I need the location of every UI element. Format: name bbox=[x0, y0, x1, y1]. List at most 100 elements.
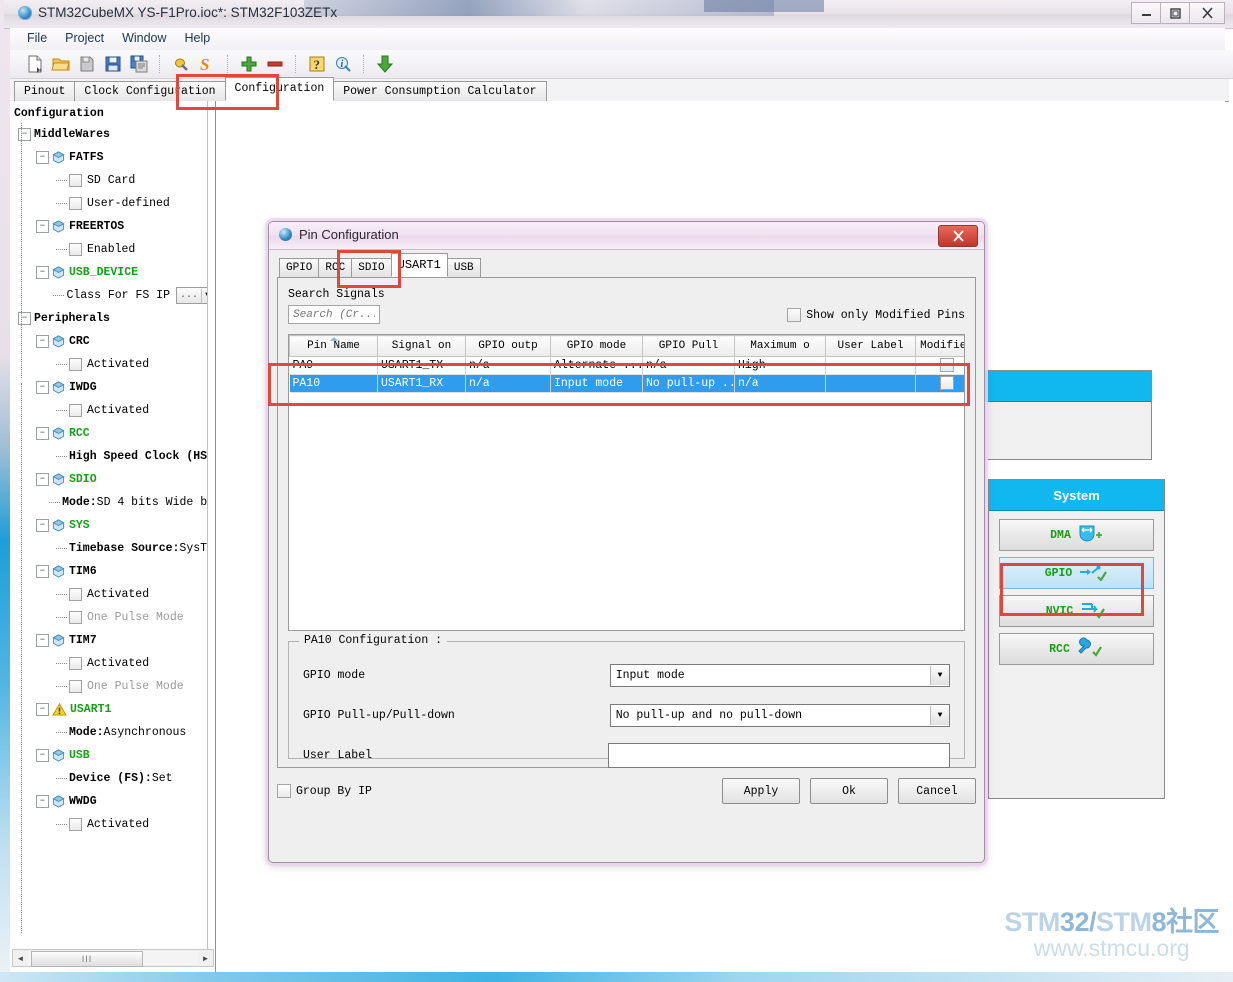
tab-power-consumption-calculator[interactable]: Power Consumption Calculator bbox=[333, 81, 547, 101]
tree-checkbox[interactable] bbox=[69, 404, 82, 417]
scrollbar-thumb[interactable]: III bbox=[31, 951, 143, 967]
about-icon[interactable]: i bbox=[333, 54, 353, 74]
download-icon[interactable] bbox=[375, 54, 395, 74]
dialog-tab-sdio[interactable]: SDIO bbox=[351, 258, 392, 277]
tree-checkbox[interactable] bbox=[69, 243, 82, 256]
group-by-ip-row[interactable]: Group By IP bbox=[277, 784, 372, 798]
tab-pinout[interactable]: Pinout bbox=[14, 81, 76, 101]
tab-configuration[interactable]: Configuration bbox=[224, 77, 335, 101]
menu-item-project[interactable]: Project bbox=[56, 28, 113, 48]
pin-table-col-pin-name[interactable]: Pin Name bbox=[289, 335, 378, 357]
pin-table-row[interactable]: PA10 USART1_RX n/a Input mode No pull-up ...… bbox=[289, 374, 964, 393]
tree-expander[interactable]: − bbox=[18, 312, 31, 325]
tree-node-activated[interactable]: Activated bbox=[14, 813, 214, 836]
tree-expander[interactable]: − bbox=[36, 519, 49, 532]
group-by-ip-checkbox[interactable] bbox=[277, 784, 291, 798]
zoom-in-icon[interactable] bbox=[239, 54, 259, 74]
tree-node-mode-sd-4-bits-wide-bu[interactable]: Mode: SD 4 bits Wide bu bbox=[14, 491, 214, 514]
generate-report-icon[interactable]: S bbox=[197, 54, 217, 74]
sidebar-horizontal-scrollbar[interactable]: ◄ III ► bbox=[12, 949, 214, 967]
ip-button-rcc[interactable]: RCC bbox=[999, 633, 1154, 665]
tree-node-device-fs-set[interactable]: Device (FS): Set bbox=[14, 767, 214, 790]
pin-table-col-maximum-o[interactable]: Maximum o bbox=[734, 335, 826, 357]
modified-checkbox[interactable] bbox=[939, 376, 954, 391]
gpio-mode-select[interactable]: Input mode ▼ bbox=[609, 663, 950, 687]
tree-expander[interactable]: − bbox=[36, 335, 49, 348]
save-as-icon[interactable] bbox=[103, 54, 123, 74]
tree-checkbox[interactable] bbox=[69, 818, 82, 831]
tree-checkbox[interactable] bbox=[69, 611, 82, 624]
tree-checkbox[interactable] bbox=[69, 680, 82, 693]
pin-cell-modified[interactable] bbox=[915, 374, 964, 393]
tree-node-usb[interactable]: − USB bbox=[14, 744, 214, 767]
tree-expander[interactable]: − bbox=[36, 565, 49, 578]
close-button[interactable] bbox=[1189, 2, 1225, 24]
tree-expander[interactable]: − bbox=[36, 427, 49, 440]
tree-node-sdio[interactable]: − SDIO bbox=[14, 468, 214, 491]
tree-node-wwdg[interactable]: − WWDG bbox=[14, 790, 214, 813]
open-project-icon[interactable] bbox=[51, 54, 71, 74]
chevron-down-icon[interactable]: ▼ bbox=[930, 665, 949, 685]
tree-node-sys[interactable]: − SYS bbox=[14, 514, 214, 537]
tree-node-fatfs[interactable]: − FATFS bbox=[14, 146, 214, 169]
tree-node-peripherals[interactable]: − Peripherals bbox=[14, 307, 214, 330]
save-all-icon[interactable] bbox=[129, 54, 149, 74]
tree-expander[interactable]: − bbox=[36, 220, 49, 233]
pin-table-col-gpio-outp[interactable]: GPIO outp bbox=[465, 335, 551, 357]
tree-node-timebase-source-systi[interactable]: Timebase Source: SysTi bbox=[14, 537, 214, 560]
new-project-icon[interactable] bbox=[25, 54, 45, 74]
tree-node-usb-device[interactable]: − USB_DEVICE bbox=[14, 261, 214, 284]
user-label-input[interactable] bbox=[607, 742, 950, 768]
tree-node-enabled[interactable]: Enabled bbox=[14, 238, 214, 261]
tree-node-activated[interactable]: Activated bbox=[14, 583, 214, 606]
pin-table-col-modified[interactable]: Modified bbox=[915, 335, 964, 357]
cancel-button[interactable]: Cancel bbox=[898, 778, 976, 804]
generate-code-icon[interactable] bbox=[171, 54, 191, 74]
tab-clock-configuration[interactable]: Clock Configuration bbox=[74, 81, 226, 101]
pin-table-col-gpio-pull[interactable]: GPIO Pull bbox=[642, 335, 735, 357]
dialog-tab-usb[interactable]: USB bbox=[446, 258, 481, 277]
ok-button[interactable]: Ok bbox=[810, 778, 888, 804]
configuration-tree[interactable]: Configuration − MiddleWares − FATFS SD Card Us… bbox=[10, 101, 214, 949]
pin-table-container[interactable]: Pin Name Signal on GPIO outp GPIO mode GPIO … bbox=[288, 334, 965, 631]
tree-expander[interactable]: − bbox=[36, 381, 49, 394]
pin-table-col-gpio-mode[interactable]: GPIO mode bbox=[550, 335, 643, 357]
tree-expander[interactable]: − bbox=[36, 266, 49, 279]
pin-table-col-user-label[interactable]: User Label bbox=[825, 335, 916, 357]
scroll-left-arrow[interactable]: ◄ bbox=[13, 951, 28, 965]
gpio-pull-select[interactable]: No pull-up and no pull-down ▼ bbox=[609, 703, 950, 727]
maximize-button[interactable] bbox=[1160, 2, 1190, 24]
tree-node-iwdg[interactable]: − IWDG bbox=[14, 376, 214, 399]
minimize-button[interactable] bbox=[1131, 2, 1161, 24]
modified-checkbox[interactable] bbox=[939, 358, 954, 373]
dialog-tab-rcc[interactable]: RCC bbox=[318, 258, 353, 277]
menu-item-file[interactable]: File bbox=[18, 28, 56, 48]
scrollbar-track[interactable]: III bbox=[28, 951, 198, 967]
tree-node-tim7[interactable]: − TIM7 bbox=[14, 629, 214, 652]
tree-node-one-pulse-mode[interactable]: One Pulse Mode bbox=[14, 606, 214, 629]
tree-node-mode-asynchronous[interactable]: Mode: Asynchronous bbox=[14, 721, 214, 744]
tree-checkbox[interactable] bbox=[69, 657, 82, 670]
tree-node-tim6[interactable]: − TIM6 bbox=[14, 560, 214, 583]
ip-button-dma[interactable]: DMA bbox=[999, 519, 1154, 551]
apply-button[interactable]: Apply bbox=[722, 778, 800, 804]
help-icon[interactable]: ? bbox=[307, 54, 327, 74]
tree-expander[interactable]: − bbox=[36, 634, 49, 647]
dialog-tab-usart1[interactable]: USART1 bbox=[390, 253, 448, 277]
tree-expander[interactable]: − bbox=[36, 749, 49, 762]
tree-node-middlewares[interactable]: − MiddleWares bbox=[14, 123, 214, 146]
sidebar-vertical-scrollbar[interactable] bbox=[207, 101, 215, 949]
show-only-modified-pins-checkbox[interactable] bbox=[787, 308, 802, 322]
dialog-close-button[interactable] bbox=[938, 225, 978, 247]
tree-checkbox[interactable] bbox=[69, 588, 82, 601]
show-only-modified-pins-row[interactable]: Show only Modified Pins bbox=[787, 308, 965, 322]
chevron-down-icon-2[interactable]: ▼ bbox=[930, 705, 949, 725]
tree-expander[interactable]: − bbox=[36, 473, 49, 486]
tree-node-one-pulse-mode[interactable]: One Pulse Mode bbox=[14, 675, 214, 698]
tree-expander[interactable]: − bbox=[18, 128, 31, 141]
scroll-right-arrow[interactable]: ► bbox=[198, 951, 213, 965]
pin-table-col-signal-on[interactable]: Signal on bbox=[377, 335, 466, 357]
tree-node-freertos[interactable]: − FREERTOS bbox=[14, 215, 214, 238]
search-input[interactable] bbox=[288, 305, 380, 324]
tree-node-user-defined[interactable]: User-defined bbox=[14, 192, 214, 215]
